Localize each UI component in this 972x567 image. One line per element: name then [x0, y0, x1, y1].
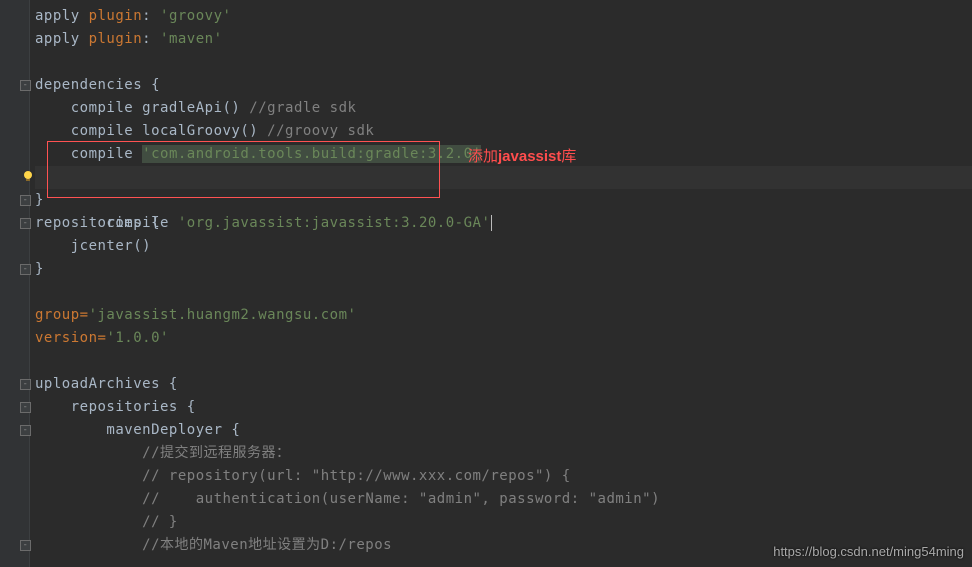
- watermark: https://blog.csdn.net/ming54ming: [773, 544, 964, 559]
- intention-bulb-icon[interactable]: [22, 170, 34, 182]
- code-line[interactable]: [35, 350, 972, 373]
- fold-icon[interactable]: -: [20, 402, 31, 413]
- token: repositories {: [35, 399, 196, 415]
- annotation-text: 库: [561, 148, 576, 165]
- code-line[interactable]: -uploadArchives {: [35, 373, 972, 396]
- token: compile gradleApi(): [35, 100, 249, 116]
- token-string: 'maven': [160, 31, 223, 47]
- token: jcenter(): [35, 238, 151, 254]
- token: dependencies {: [35, 77, 160, 93]
- token: }: [35, 192, 44, 208]
- token-comment: // authentication(userName: "admin", pas…: [35, 491, 660, 507]
- code-line[interactable]: -}: [35, 189, 972, 212]
- token-string: 'groovy': [160, 8, 231, 24]
- code-line[interactable]: version='1.0.0': [35, 327, 972, 350]
- code-line-active[interactable]: compile 'org.javassist:javassist:3.20.0-…: [35, 166, 972, 189]
- token: compile: [35, 146, 142, 162]
- token-keyword: group=: [35, 307, 89, 323]
- token: repositories {: [35, 215, 160, 231]
- code-line[interactable]: -repositories {: [35, 212, 972, 235]
- token-comment: //groovy sdk: [267, 123, 374, 139]
- code-line[interactable]: -dependencies {: [35, 74, 972, 97]
- code-line[interactable]: // }: [35, 511, 972, 534]
- fold-icon[interactable]: -: [20, 80, 31, 91]
- annotation-bold: javassist: [498, 148, 561, 165]
- fold-icon[interactable]: -: [20, 195, 31, 206]
- token: }: [35, 261, 44, 277]
- code-line[interactable]: [35, 281, 972, 304]
- token-string: 'com.android.tools.build:gradle:3.2.0': [142, 145, 481, 163]
- token: compile localGroovy(): [35, 123, 267, 139]
- code-line[interactable]: // authentication(userName: "admin", pas…: [35, 488, 972, 511]
- token-string: 'javassist.huangm2.wangsu.com': [89, 307, 357, 323]
- token-string: '1.0.0': [106, 330, 169, 346]
- code-line[interactable]: -}: [35, 258, 972, 281]
- code-editor[interactable]: apply plugin: 'groovy' apply plugin: 'ma…: [0, 0, 972, 557]
- token: :: [142, 8, 160, 24]
- fold-icon[interactable]: -: [20, 425, 31, 436]
- annotation-label: 添加javassist库: [468, 145, 576, 166]
- token-keyword: plugin: [89, 8, 143, 24]
- annotation-text: 添加: [468, 148, 498, 165]
- code-line[interactable]: apply plugin: 'groovy': [35, 5, 972, 28]
- token-comment: // repository(url: "http://www.xxx.com/r…: [35, 468, 571, 484]
- code-line[interactable]: [35, 51, 972, 74]
- code-line[interactable]: group='javassist.huangm2.wangsu.com': [35, 304, 972, 327]
- fold-icon[interactable]: -: [20, 264, 31, 275]
- token-comment: // }: [35, 514, 178, 530]
- token-keyword: version=: [35, 330, 106, 346]
- code-line[interactable]: compile localGroovy() //groovy sdk: [35, 120, 972, 143]
- token: apply: [35, 8, 89, 24]
- fold-icon[interactable]: -: [20, 218, 31, 229]
- code-line[interactable]: compile gradleApi() //gradle sdk: [35, 97, 972, 120]
- token: :: [142, 31, 160, 47]
- token: uploadArchives {: [35, 376, 178, 392]
- code-line[interactable]: - repositories {: [35, 396, 972, 419]
- code-line[interactable]: - mavenDeployer {: [35, 419, 972, 442]
- code-line[interactable]: // repository(url: "http://www.xxx.com/r…: [35, 465, 972, 488]
- code-line[interactable]: jcenter(): [35, 235, 972, 258]
- token-comment: //本地的Maven地址设置为D:/repos: [35, 537, 392, 553]
- token: apply: [35, 31, 89, 47]
- token: mavenDeployer {: [35, 422, 240, 438]
- token-keyword: plugin: [89, 31, 143, 47]
- fold-icon[interactable]: -: [20, 379, 31, 390]
- code-line[interactable]: //提交到远程服务器：: [35, 442, 972, 465]
- code-line[interactable]: apply plugin: 'maven': [35, 28, 972, 51]
- fold-icon[interactable]: -: [20, 540, 31, 551]
- token-comment: //gradle sdk: [249, 100, 356, 116]
- token-comment: //提交到远程服务器：: [35, 445, 291, 461]
